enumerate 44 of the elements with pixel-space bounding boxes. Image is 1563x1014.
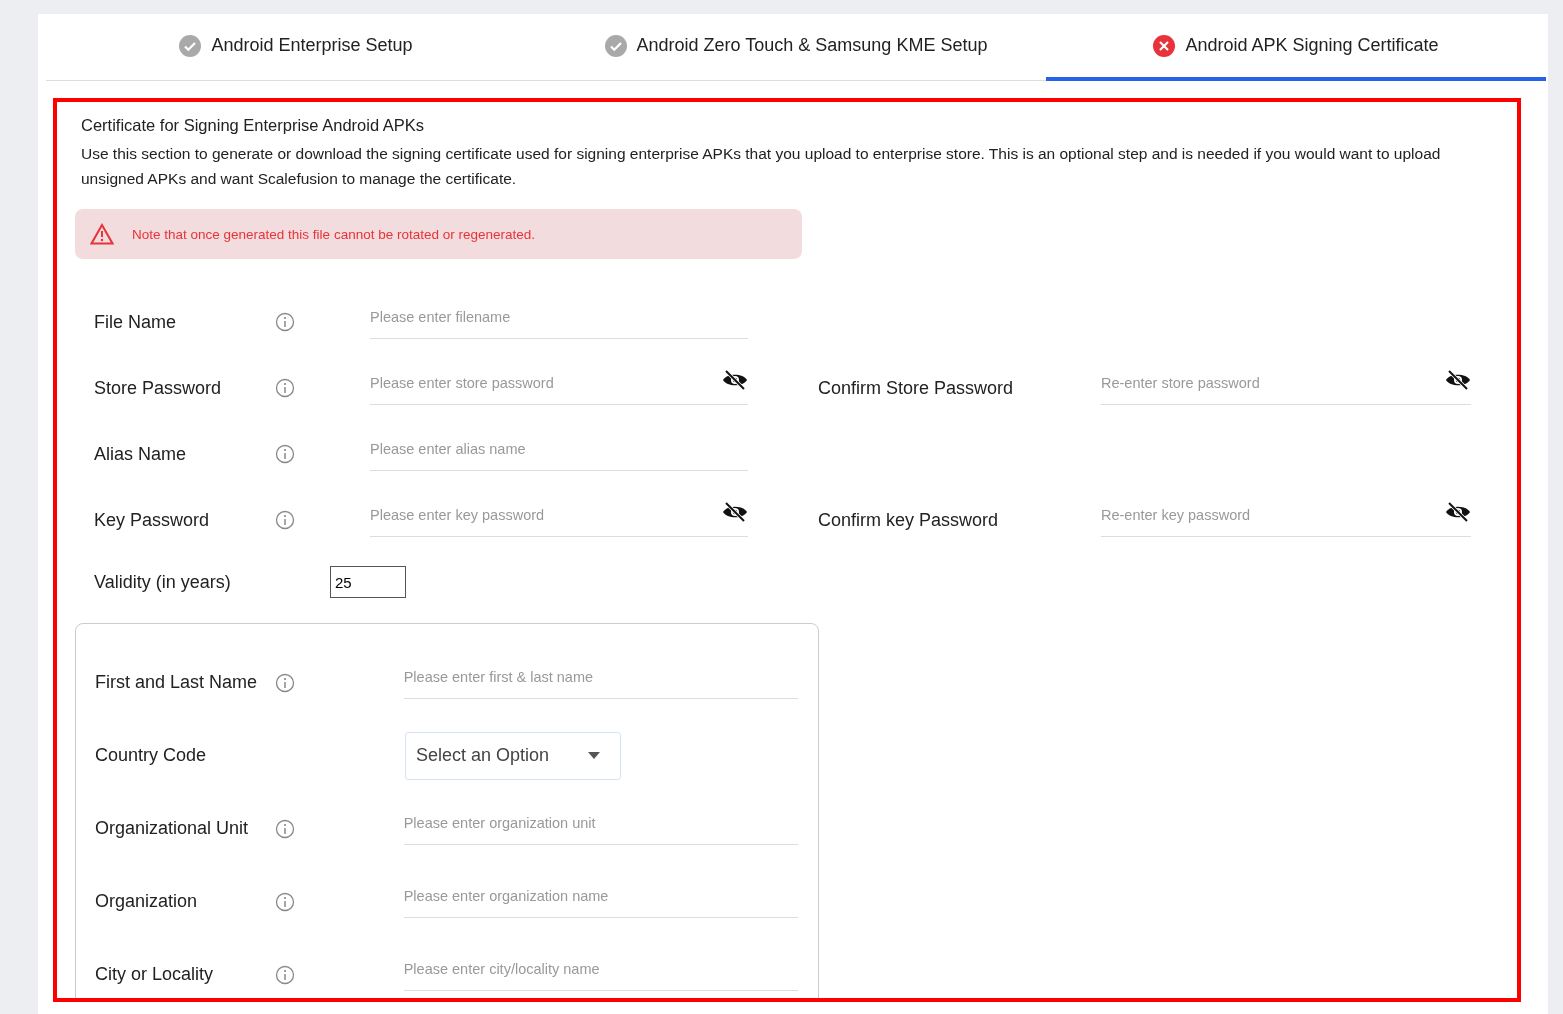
caret-icon xyxy=(588,752,600,759)
section-description: Use this section to generate or download the signing certificate used for signing enterprise APKs that you upload to enterprise store. This is an optional step and is needed if you would want to upload unsigned APKs and want Scalefusion to manage the certificate. xyxy=(81,144,1442,189)
info-icon[interactable] xyxy=(275,818,296,839)
field-label: Alias Name xyxy=(94,443,188,465)
eye-slash-icon[interactable] xyxy=(722,500,748,523)
eye-slash-icon[interactable] xyxy=(1445,368,1471,391)
text-field[interactable]: Please enter alias name xyxy=(370,437,748,460)
field-label: First and Last Name xyxy=(95,672,259,693)
warning-text: Note that once generated this file cannot be rotated or regenerated. xyxy=(132,226,536,242)
section-title: Certificate for Signing Enterprise Android APKs xyxy=(81,116,425,135)
info-icon[interactable] xyxy=(275,378,295,398)
eye-slash-icon[interactable] xyxy=(1445,500,1471,523)
setup-tab[interactable]: Android APK Signing Certificate xyxy=(1046,14,1546,81)
eye-slash-icon[interactable] xyxy=(722,368,748,391)
info-icon[interactable] xyxy=(275,510,295,530)
field-label: City or Locality xyxy=(95,964,215,985)
setup-tab[interactable]: Android Enterprise Setup xyxy=(46,14,546,81)
field-label: Confirm key Password xyxy=(818,509,1000,531)
text-field[interactable]: Please enter first & last name xyxy=(403,666,798,688)
field-label: Country Code xyxy=(95,745,208,766)
info-icon[interactable] xyxy=(275,672,296,693)
field-label: Key Password xyxy=(94,509,211,531)
text-field[interactable]: Please enter store password xyxy=(370,371,722,394)
field-label: Organization xyxy=(95,891,199,912)
text-field[interactable]: Re-enter key password xyxy=(1101,503,1445,526)
field-label: Organizational Unit xyxy=(95,818,250,839)
text-field[interactable]: Please enter filename xyxy=(370,305,748,328)
text-field[interactable]: Please enter city/locality name xyxy=(403,958,798,980)
text-field[interactable]: Re-enter store password xyxy=(1101,371,1445,394)
info-icon[interactable] xyxy=(275,444,295,464)
text-field[interactable]: Please enter organization name xyxy=(403,885,798,907)
field-label: Store Password xyxy=(94,377,223,399)
field-label: Validity (in years) xyxy=(94,571,232,593)
number-field[interactable]: 25 xyxy=(330,566,406,598)
text-field[interactable]: Please enter key password xyxy=(370,503,722,526)
text-field[interactable]: Please enter organization unit xyxy=(403,812,798,834)
info-icon[interactable] xyxy=(275,964,296,985)
setup-tab[interactable]: Android Zero Touch & Samsung KME Setup xyxy=(546,14,1046,81)
field-label: Confirm Store Password xyxy=(818,377,1015,399)
info-icon[interactable] xyxy=(275,312,295,332)
country-dropdown[interactable]: Select an Option xyxy=(405,731,621,780)
warning-icon xyxy=(90,223,114,245)
info-icon[interactable] xyxy=(275,891,296,912)
field-label: File Name xyxy=(94,311,178,333)
